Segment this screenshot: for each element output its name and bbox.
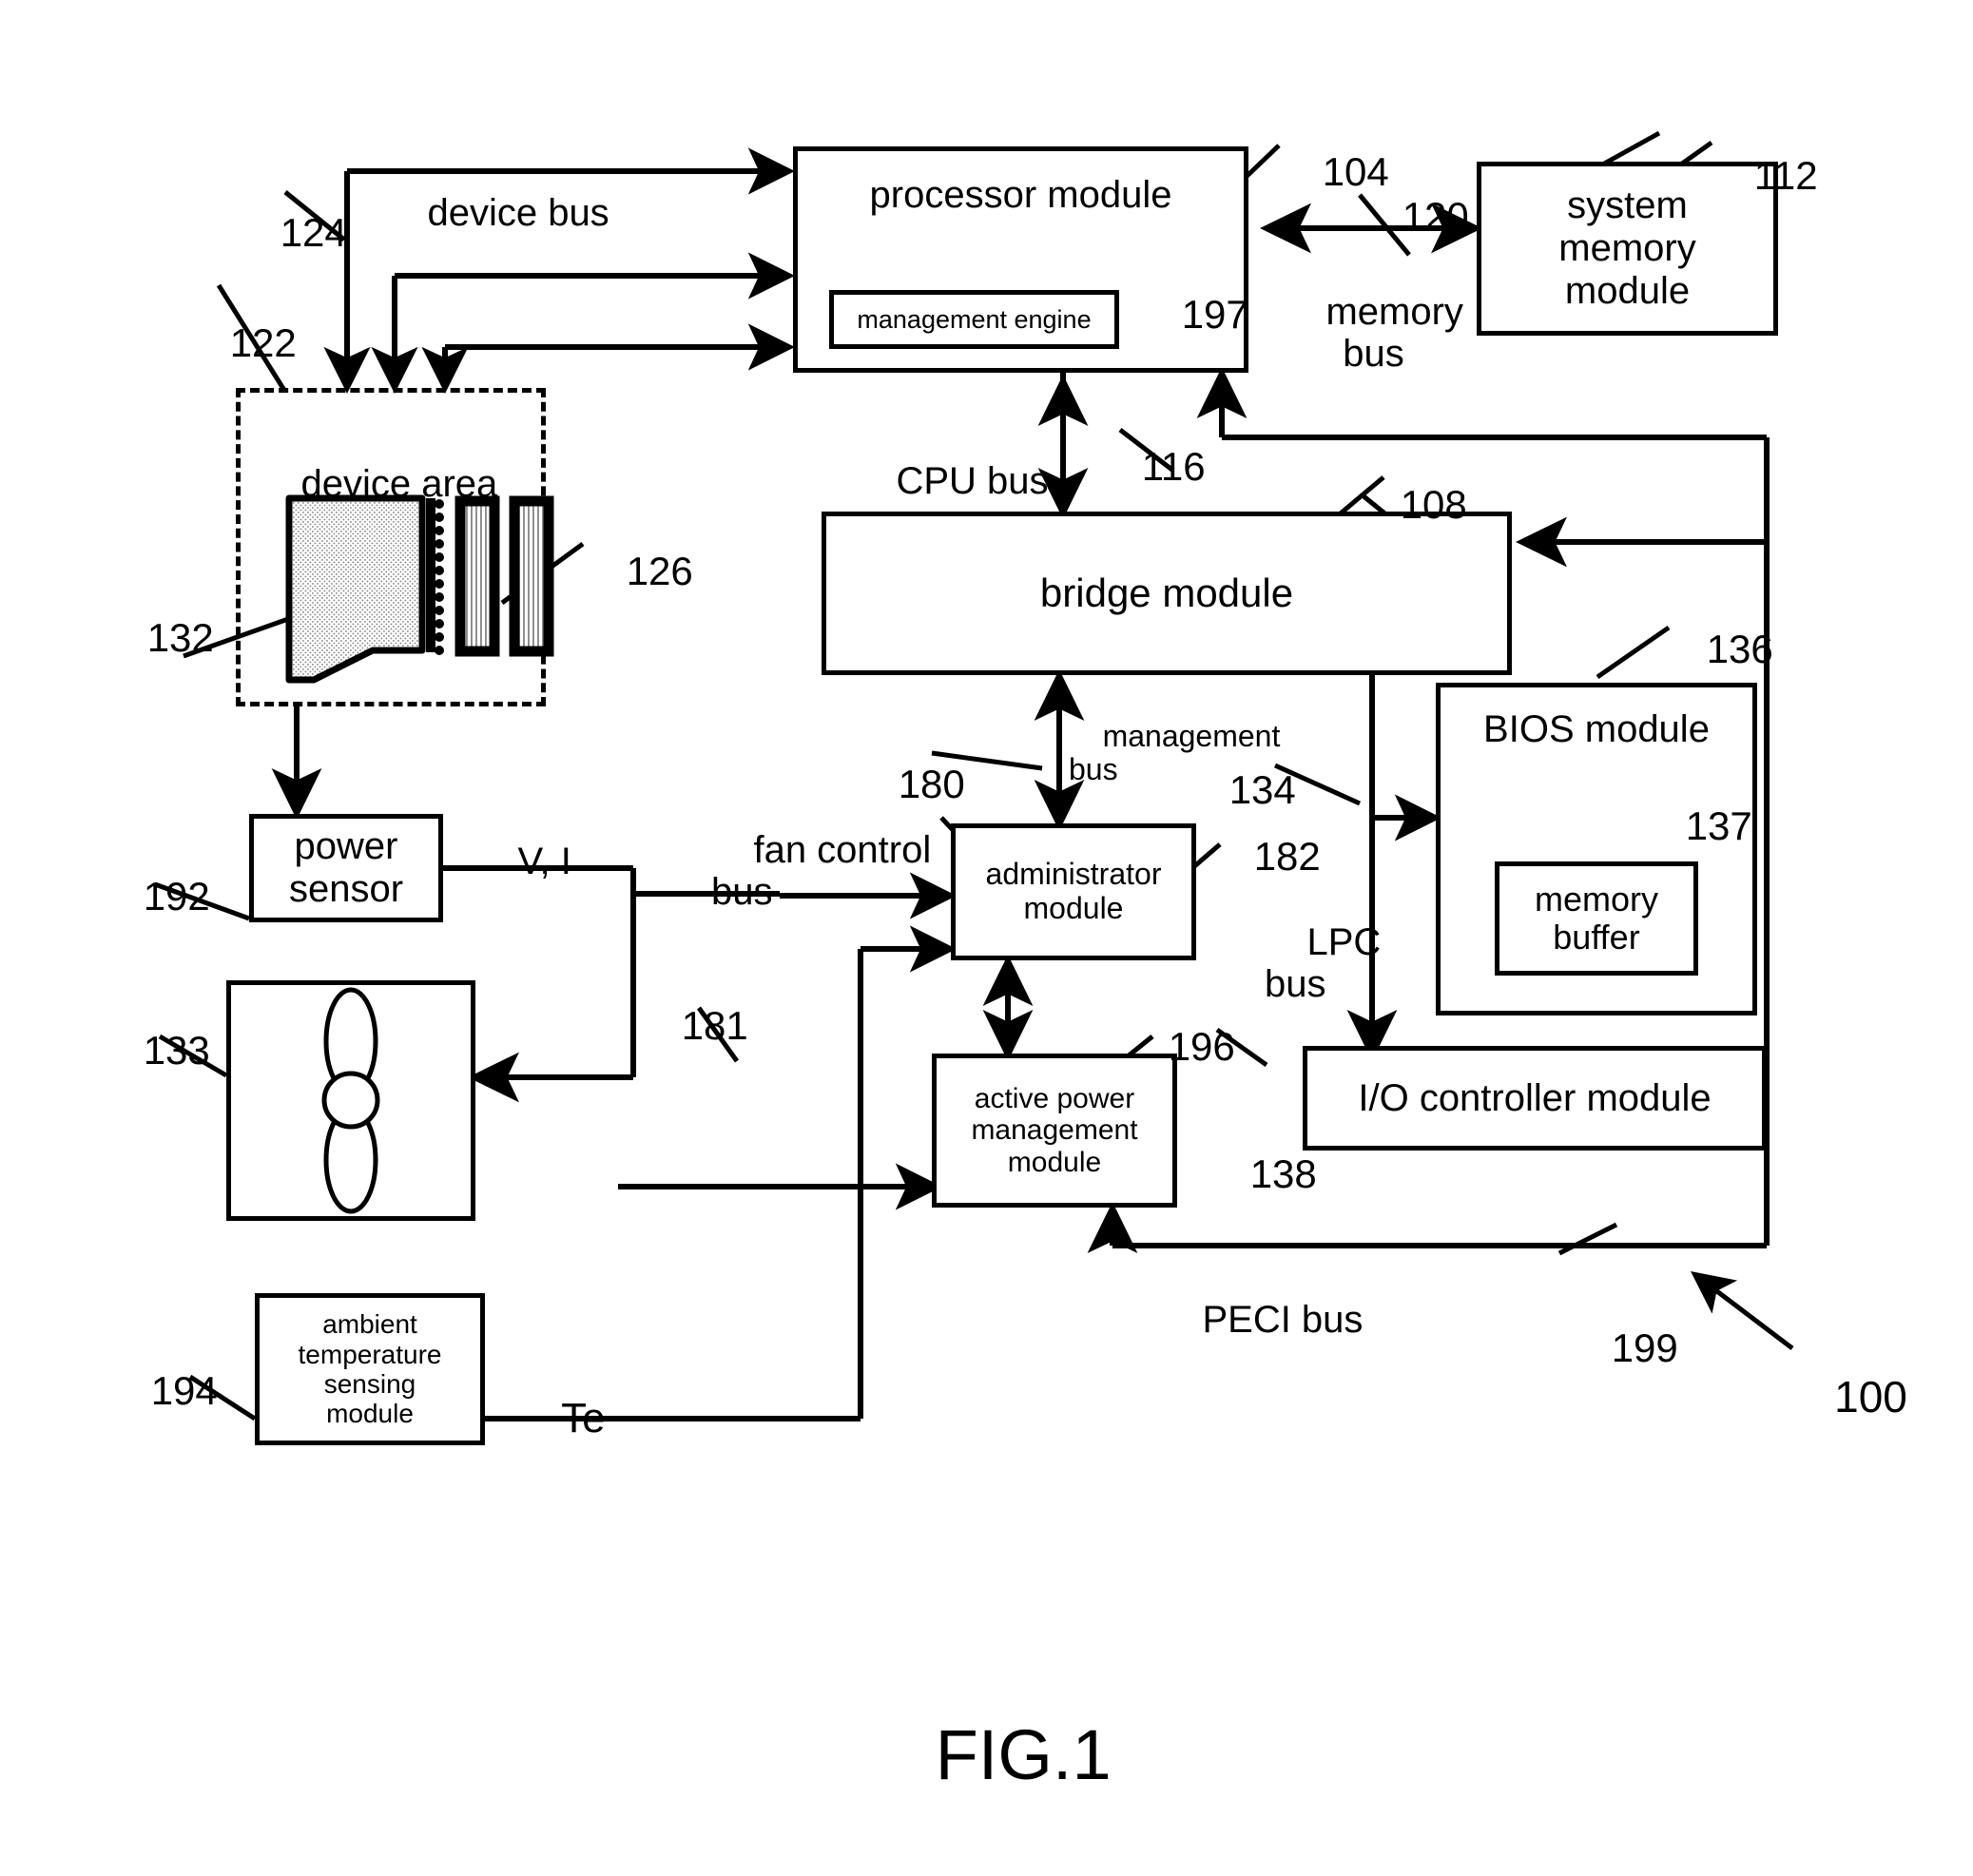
- ref-numeral-122: 122: [229, 320, 297, 365]
- block-label: system memory module: [1558, 184, 1696, 312]
- ref-numeral-181: 181: [681, 1003, 748, 1048]
- bus-label-cpu-bus: CPU bus: [896, 460, 1049, 502]
- signal-label-vi: V, I: [517, 841, 571, 882]
- block-label: management engine: [857, 304, 1092, 334]
- block-fan[interactable]: [226, 980, 475, 1221]
- block-memory-buffer[interactable]: memory buffer: [1495, 861, 1698, 976]
- ref-numeral-112: 112: [1753, 153, 1818, 198]
- bus-label-memory-bus: memory bus: [1325, 291, 1463, 375]
- patent-figure: processor module management engine syste…: [0, 0, 1973, 1794]
- block-label: ambient temperature sensing module: [298, 1309, 442, 1429]
- block-label-device-area: device area: [300, 463, 498, 505]
- block-active-power-management-module[interactable]: active power management module: [932, 1054, 1177, 1208]
- block-label: I/O controller module: [1358, 1076, 1712, 1119]
- block-management-engine[interactable]: management engine: [829, 290, 1119, 349]
- ref-numeral-192: 192: [143, 874, 210, 919]
- block-label: power sensor: [288, 825, 404, 910]
- ref-numeral-182: 182: [1253, 834, 1321, 879]
- ref-numeral-132: 132: [146, 615, 214, 660]
- signal-label-te: Te: [561, 1395, 606, 1442]
- ref-numeral-120: 120: [1402, 194, 1469, 239]
- ref-numeral-194: 194: [150, 1368, 218, 1413]
- ref-numeral-136: 136: [1706, 627, 1773, 671]
- ref-numeral-199: 199: [1611, 1325, 1678, 1370]
- ref-numeral-196: 196: [1168, 1024, 1235, 1069]
- block-administrator-module[interactable]: administrator module: [951, 823, 1196, 960]
- ref-numeral-137: 137: [1685, 803, 1752, 848]
- ref-numeral-197: 197: [1181, 292, 1248, 337]
- block-power-sensor[interactable]: power sensor: [249, 814, 443, 922]
- block-label: active power management module: [971, 1082, 1138, 1178]
- figure-caption: FIG.1: [935, 1715, 1112, 1794]
- block-ambient-temperature-sensing-module[interactable]: ambient temperature sensing module: [255, 1293, 485, 1445]
- ref-numeral-126: 126: [626, 549, 693, 593]
- block-label: BIOS module: [1483, 708, 1710, 750]
- block-io-controller-module[interactable]: I/O controller module: [1303, 1046, 1767, 1151]
- ref-numeral-100: 100: [1834, 1372, 1907, 1422]
- bus-label-peci-bus: PECI bus: [1202, 1299, 1364, 1341]
- block-label: memory buffer: [1534, 879, 1658, 957]
- ref-numeral-124: 124: [280, 210, 347, 255]
- ref-numeral-138: 138: [1249, 1151, 1317, 1196]
- ref-numeral-180: 180: [898, 762, 965, 806]
- ref-numeral-108: 108: [1400, 482, 1467, 527]
- block-label: bridge module: [1039, 571, 1294, 616]
- bus-label-lpc-bus: LPC bus: [1265, 921, 1382, 1005]
- ref-numeral-133: 133: [143, 1028, 210, 1073]
- block-label: processor module: [869, 174, 1172, 216]
- ref-numeral-116: 116: [1141, 444, 1206, 489]
- block-label: administrator module: [985, 857, 1162, 925]
- bus-label-device-bus: device bus: [427, 192, 609, 234]
- bus-label-fan-control-bus: fan control bus: [711, 829, 932, 913]
